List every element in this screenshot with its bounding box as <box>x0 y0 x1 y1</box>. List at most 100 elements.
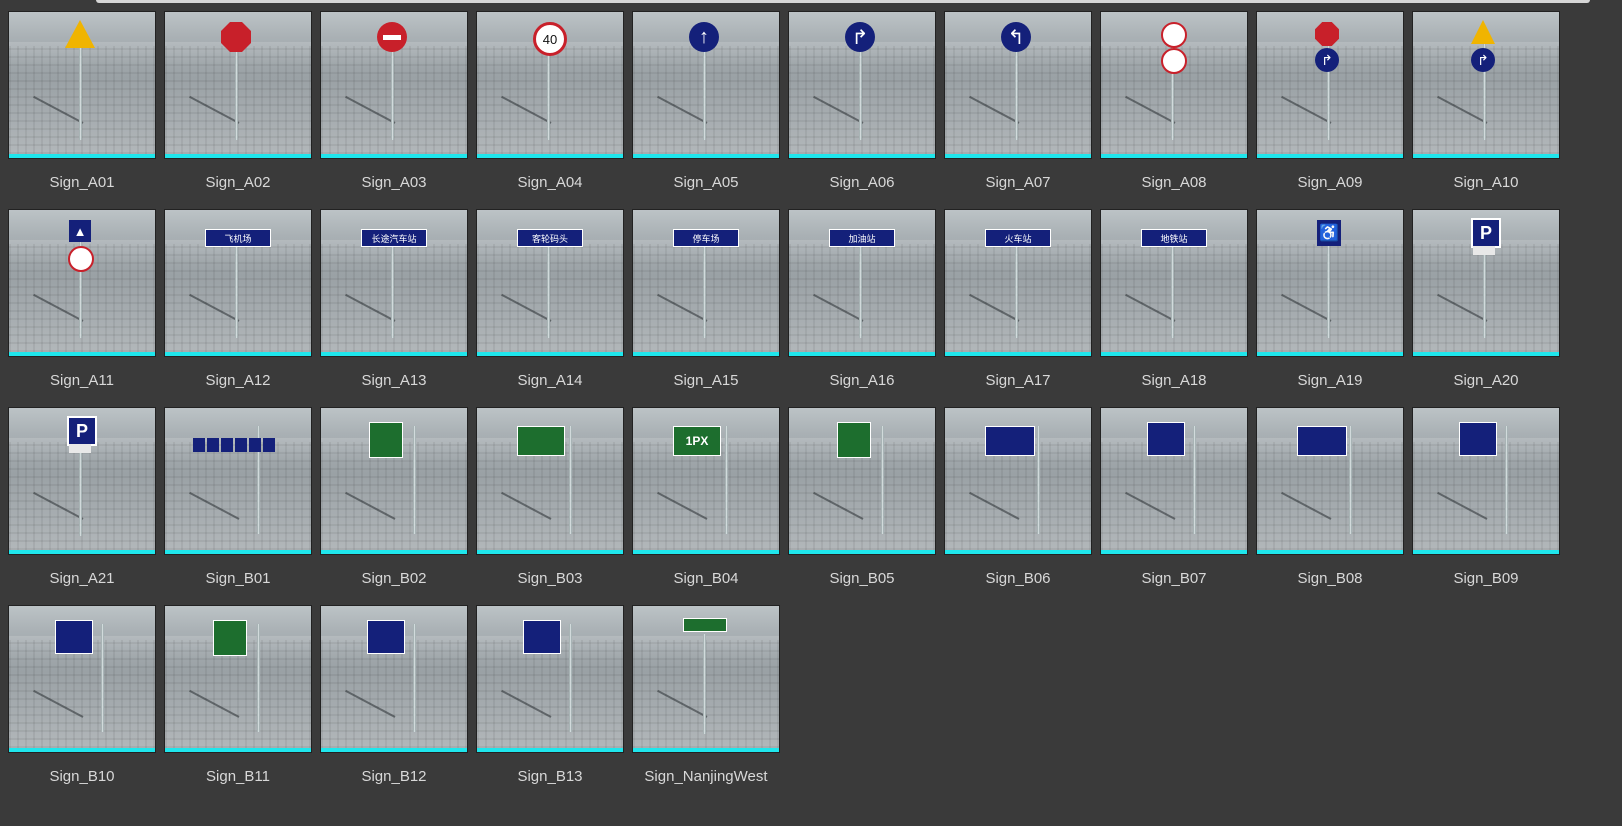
asset-thumbnail[interactable]: ↑ <box>632 11 780 159</box>
asset-thumbnail[interactable] <box>1100 407 1248 555</box>
asset-name-label[interactable]: Sign_A13 <box>320 372 468 389</box>
speed-limit-icon: 40 <box>533 22 567 56</box>
asset-thumbnail[interactable]: ▲ <box>8 209 156 357</box>
asset-name-label[interactable]: Sign_B04 <box>632 570 780 587</box>
asset-name-label[interactable]: Sign_A21 <box>8 570 156 587</box>
asset-thumbnail[interactable] <box>476 407 624 555</box>
gantry-panel <box>207 438 219 452</box>
asset-name-label[interactable]: Sign_A02 <box>164 174 312 191</box>
asset-name-label[interactable]: Sign_A07 <box>944 174 1092 191</box>
asset-thumbnail[interactable] <box>320 11 468 159</box>
asset-name-label[interactable]: Sign_A03 <box>320 174 468 191</box>
asset-type-underline <box>165 748 311 752</box>
asset-type-underline <box>1257 550 1403 554</box>
asset-name-label[interactable]: Sign_B09 <box>1412 570 1560 587</box>
asset-name-label[interactable]: Sign_A14 <box>476 372 624 389</box>
asset-thumbnail[interactable] <box>164 605 312 753</box>
asset-name-label[interactable]: Sign_A19 <box>1256 372 1404 389</box>
asset-thumbnail[interactable] <box>788 407 936 555</box>
asset-name-label[interactable]: Sign_A11 <box>8 372 156 389</box>
sign-pole <box>1327 238 1330 338</box>
asset-name-label[interactable]: Sign_B02 <box>320 570 468 587</box>
asset-name-label[interactable]: Sign_B13 <box>476 768 624 785</box>
asset-thumbnail[interactable]: ↱ <box>1256 11 1404 159</box>
asset-thumbnail[interactable]: 长途汽车站 <box>320 209 468 357</box>
asset-type-underline <box>789 154 935 158</box>
asset-thumbnail[interactable]: ↰ <box>944 11 1092 159</box>
asset-name-label[interactable]: Sign_B01 <box>164 570 312 587</box>
checker-floor <box>633 640 779 748</box>
asset-thumbnail[interactable] <box>320 407 468 555</box>
checker-floor <box>477 46 623 154</box>
sign-pole <box>703 40 706 140</box>
asset-thumbnail[interactable]: ♿ <box>1256 209 1404 357</box>
asset-name-label[interactable]: Sign_A12 <box>164 372 312 389</box>
asset-name-label[interactable]: Sign_A18 <box>1100 372 1248 389</box>
gantry-panel <box>235 438 247 452</box>
checker-floor <box>1101 244 1247 352</box>
asset-name-label[interactable]: Sign_A09 <box>1256 174 1404 191</box>
asset-type-underline <box>1101 154 1247 158</box>
asset-thumbnail[interactable] <box>1412 407 1560 555</box>
asset-type-underline <box>1101 352 1247 356</box>
asset-thumbnail[interactable]: 飞机场 <box>164 209 312 357</box>
asset-thumbnail[interactable]: 地铁站 <box>1100 209 1248 357</box>
sign-pole <box>235 238 238 338</box>
turn-arrow-icon: ↱ <box>1315 48 1339 72</box>
asset-thumbnail[interactable]: P <box>1412 209 1560 357</box>
asset-name-label[interactable]: Sign_A17 <box>944 372 1092 389</box>
asset-type-underline <box>1257 154 1403 158</box>
checker-floor <box>477 640 623 748</box>
asset-thumbnail[interactable] <box>164 11 312 159</box>
asset-thumbnail[interactable]: ↱ <box>788 11 936 159</box>
asset-thumbnail[interactable] <box>320 605 468 753</box>
checker-floor <box>1257 244 1403 352</box>
asset-type-underline <box>165 154 311 158</box>
asset-name-label[interactable]: Sign_A15 <box>632 372 780 389</box>
asset-name-label[interactable]: Sign_A20 <box>1412 372 1560 389</box>
sign-pole <box>1193 426 1196 534</box>
asset-name-label[interactable]: Sign_B11 <box>164 768 312 785</box>
asset-name-label[interactable]: Sign_A08 <box>1100 174 1248 191</box>
asset-thumbnail[interactable]: P <box>8 407 156 555</box>
asset-thumbnail[interactable] <box>1100 11 1248 159</box>
asset-name-label[interactable]: Sign_B10 <box>8 768 156 785</box>
asset-name-label[interactable]: Sign_NanjingWest <box>632 768 780 785</box>
direction-panel-sign: 火车站 <box>985 229 1051 247</box>
asset-thumbnail[interactable] <box>476 605 624 753</box>
asset-name-label[interactable]: Sign_B08 <box>1256 570 1404 587</box>
asset-name-label[interactable]: Sign_B12 <box>320 768 468 785</box>
asset-name-label[interactable]: Sign_A04 <box>476 174 624 191</box>
asset-name-label[interactable]: Sign_A01 <box>8 174 156 191</box>
asset-thumbnail[interactable]: 40 <box>476 11 624 159</box>
asset-thumbnail[interactable]: 客轮码头 <box>476 209 624 357</box>
asset-name-label[interactable]: Sign_B05 <box>788 570 936 587</box>
direction-panel-sign: 长途汽车站 <box>361 229 427 247</box>
asset-name-label[interactable]: Sign_A06 <box>788 174 936 191</box>
asset-name-label[interactable]: Sign_B03 <box>476 570 624 587</box>
asset-thumbnail[interactable]: 停车场 <box>632 209 780 357</box>
asset-type-underline <box>945 550 1091 554</box>
gantry-panel <box>1459 422 1497 456</box>
asset-name-label[interactable]: Sign_A05 <box>632 174 780 191</box>
asset-name-label[interactable]: Sign_B07 <box>1100 570 1248 587</box>
gantry-panel <box>1297 426 1347 456</box>
asset-name-label[interactable]: Sign_B06 <box>944 570 1092 587</box>
asset-thumbnail[interactable]: 1PX <box>632 407 780 555</box>
asset-thumbnail[interactable]: 加油站 <box>788 209 936 357</box>
asset-thumbnail[interactable] <box>944 407 1092 555</box>
asset-type-underline <box>9 748 155 752</box>
asset-name-label[interactable]: Sign_A16 <box>788 372 936 389</box>
asset-name-label[interactable]: Sign_A10 <box>1412 174 1560 191</box>
asset-type-underline <box>789 352 935 356</box>
sign-text: 1PX <box>685 434 709 448</box>
sign-text: 客轮码头 <box>531 233 568 244</box>
asset-thumbnail[interactable] <box>8 11 156 159</box>
warning-triangle-icon <box>65 20 95 48</box>
asset-thumbnail[interactable] <box>8 605 156 753</box>
asset-thumbnail[interactable] <box>632 605 780 753</box>
asset-thumbnail[interactable]: 火车站 <box>944 209 1092 357</box>
asset-thumbnail[interactable] <box>164 407 312 555</box>
asset-thumbnail[interactable] <box>1256 407 1404 555</box>
asset-thumbnail[interactable]: ↱ <box>1412 11 1560 159</box>
